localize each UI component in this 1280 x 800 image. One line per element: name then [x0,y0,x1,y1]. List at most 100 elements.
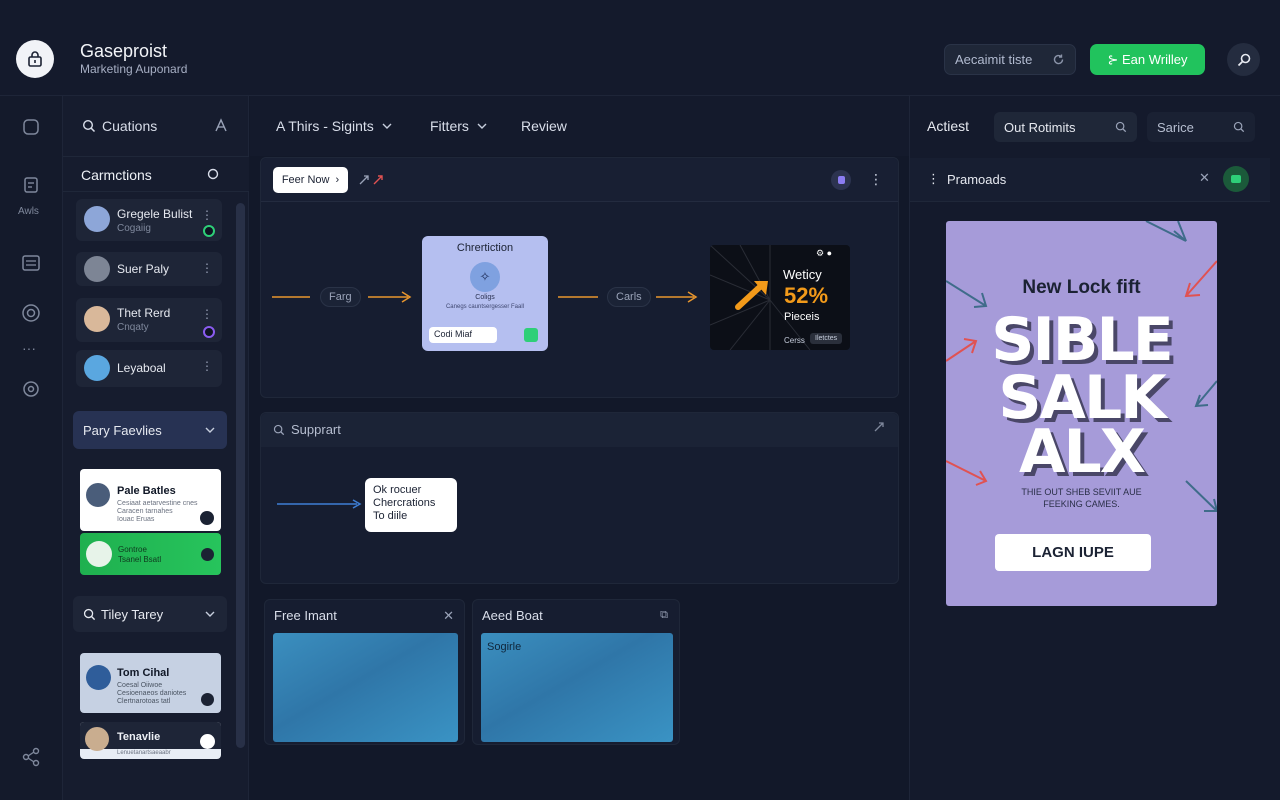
tab-sights[interactable]: A Thirs - Sigints [276,118,392,134]
status-badge [201,693,214,706]
filter-icon[interactable] [206,167,220,181]
tile-title: Free Imant [274,608,337,623]
tab-sights-label: A Thirs - Sigints [276,118,374,134]
chevron-down-icon [477,123,487,129]
shield-icon[interactable] [831,170,851,190]
drag-handle-icon[interactable]: ⋮ [927,171,940,187]
profile-card[interactable]: Pale Batles Cesiaat aetarvestine cnes Car… [80,469,221,531]
poster-headline: New Lock fift [1022,277,1141,298]
avatar [85,727,109,751]
image-tile[interactable]: Free Imant ✕ [264,599,465,745]
flow-node[interactable]: Carls [607,287,651,307]
image-icon[interactable]: ⧉ [660,609,668,622]
rail-list[interactable] [19,251,43,275]
right-filter-chip-label: Out Rotimits [1004,119,1076,135]
left-rail [0,96,63,800]
rail-apps[interactable] [19,172,43,196]
tab-filters-label: Fitters [430,118,469,134]
promo-line1: Weticy [783,267,822,282]
more-options-icon[interactable]: ⋮ [201,208,213,222]
tab-activity[interactable]: Actiest [927,118,969,134]
list-item[interactable]: Thet Rerd Cnqaty ⋮ [76,298,222,342]
search-button[interactable] [1227,43,1260,76]
flow-node[interactable]: Farg [320,287,361,307]
poster-button[interactable]: LAGN IUPE [995,534,1151,571]
right-search-input[interactable]: Sarice [1147,112,1255,142]
poster-small-text: THIE OUT SHEB SEVIIT AUE FEEKING CAMES. [1021,487,1142,509]
pin-icon[interactable] [358,172,386,186]
target-icon [22,304,40,322]
search-icon [83,608,96,620]
more-options-icon[interactable]: ⋮ [201,261,213,275]
more-options-icon[interactable]: ⋮ [869,171,883,188]
flow-card[interactable]: Chrertiction ✧ Coligs Canegs cauntserges… [422,236,548,351]
team-dropdown[interactable]: Tiley Tarey [73,596,227,632]
tile-image: Sogirle [481,633,673,742]
app-subtitle: Marketing Auponard [80,62,188,76]
right-search-label: Sarice [1157,119,1194,135]
more-options-icon[interactable]: ⋮ [201,307,213,321]
contacts-search[interactable]: Cuations [82,118,157,134]
card-name: Pale Batles [117,485,176,497]
chevron-down-icon [205,427,215,433]
card-name: Tenavlie [117,731,161,743]
rail-target[interactable] [19,301,43,325]
feed-now-label: Feer Now [281,174,330,186]
support-message[interactable]: Ok rocuer Chercrations To diile [365,478,457,532]
collapse-icon[interactable] [873,421,885,433]
list-item[interactable]: Suer Paly ⋮ [76,252,222,286]
chevron-right-icon: › [335,174,340,186]
rail-settings[interactable] [19,377,43,401]
contact-name: Leyaboal [117,361,166,375]
rail-home[interactable] [19,115,43,139]
card-sub: Lenuetanartsaeaabr [117,750,171,756]
lock-icon [28,51,42,67]
card-text: Gontroe Tsanel Bsatl [118,545,162,564]
avatar [86,483,110,507]
chevron-down-icon [382,123,392,129]
primary-action-button[interactable]: ⊱ Ean Wrilley [1090,44,1205,75]
contacts-section-title: Carmctions [81,167,152,183]
check-icon[interactable] [524,328,538,342]
list-item[interactable]: Gregele Bulist Cogaiig ⋮ [76,199,222,241]
list-item[interactable]: Leyaboal ⋮ [76,350,222,387]
flow-panel-header [261,158,898,202]
flow-card-title: Chrertiction [456,242,514,254]
profile-card[interactable]: Tom Cihal Coesal Oiiwoe Cesioenaeos danio… [80,653,221,713]
clipboard-icon [24,177,38,193]
search-icon [1115,121,1127,133]
flow-card-input[interactable]: Codi Miaf [429,327,497,343]
close-icon[interactable]: ✕ [1199,170,1210,186]
promo-line2: Pieceis [784,311,820,323]
contact-sub: Cogaiig [117,223,151,234]
feed-now-button[interactable]: Feer Now › [273,167,348,193]
team-dropdown-label: Tiley Tarey [101,606,164,622]
more-options-icon[interactable]: ⋮ [201,359,213,373]
search-icon [1237,53,1250,66]
card-name: Tom Cihal [117,667,170,679]
rail-share[interactable] [19,745,43,769]
tab-filters[interactable]: Fitters [430,118,487,134]
settings-icon[interactable]: ⚙ ● [816,248,832,259]
chat-icon[interactable] [1223,166,1249,192]
promo-card[interactable]: ⚙ ● Weticy 52% Pieceis Cerss Iletctes [710,245,850,350]
close-icon[interactable]: ✕ [443,608,454,624]
status-badge [201,548,214,561]
poster-preview[interactable]: New Lock fift SIBLE SALK ALX THIE OUT SH… [946,221,1217,606]
header-search-input[interactable]: Aecaimit tiste [944,44,1076,75]
user-icon[interactable] [214,118,228,132]
app-logo[interactable] [16,40,54,78]
image-tile[interactable]: Aeed Boat ⧉ Sogirle [472,599,680,745]
promo-badge[interactable]: Iletctes [810,333,843,344]
tab-review[interactable]: Review [521,118,567,134]
contact-name: Suer Paly [117,262,170,276]
favorites-dropdown[interactable]: Pary Faevlies [73,411,227,449]
contacts-scrollbar[interactable] [236,203,245,748]
more-icon[interactable]: ··· [22,340,36,356]
support-search[interactable]: Supprart [273,422,341,437]
profile-card-green[interactable]: Gontroe Tsanel Bsatl [80,533,221,575]
star-icon: ✧ [470,262,500,292]
right-filter-chip[interactable]: Out Rotimits [994,112,1137,142]
profile-card[interactable]: Tenavlie Lenuetanartsaeaabr [80,722,221,759]
promo-bar-label: Pramoads [947,171,1007,187]
